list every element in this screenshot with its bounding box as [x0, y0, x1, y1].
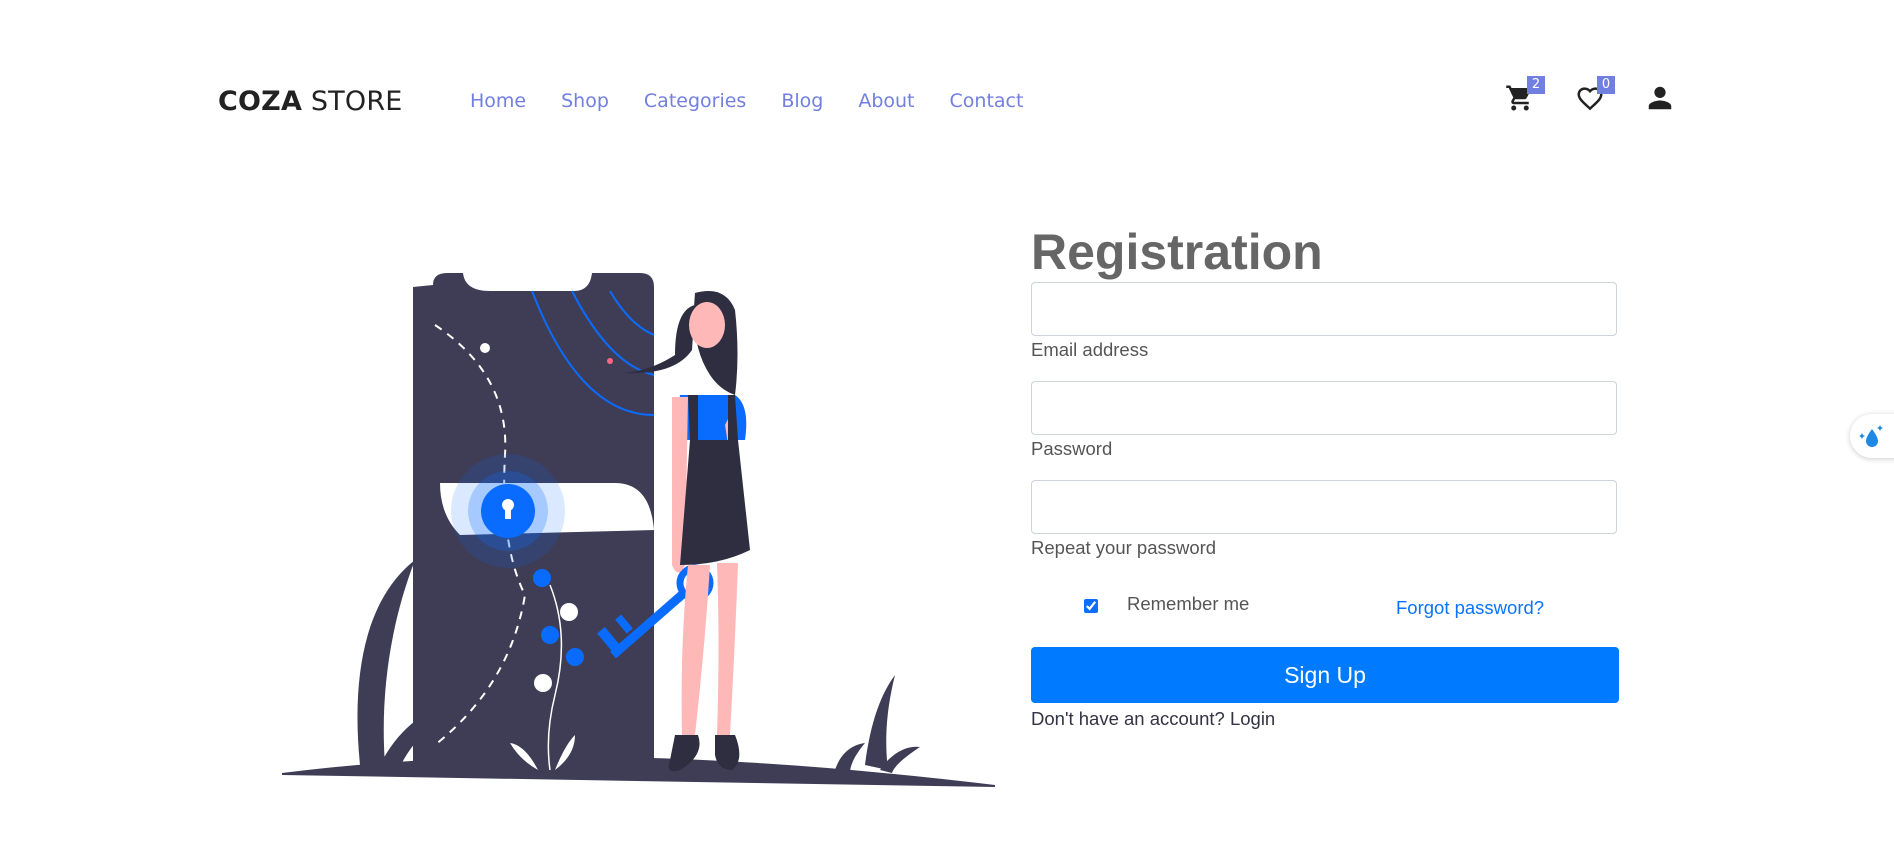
email-label: Email address [1031, 339, 1149, 360]
nav-shop[interactable]: Shop [561, 90, 609, 112]
login-link[interactable]: Login [1230, 708, 1275, 729]
grass-right [865, 675, 895, 770]
cart-count-badge: 2 [1527, 76, 1545, 94]
password-label: Password [1031, 438, 1113, 459]
main-nav: Home Shop Categories Blog About Contact [470, 90, 1023, 112]
floating-widget-button[interactable] [1850, 414, 1894, 458]
wishlist-button[interactable]: 0 [1575, 76, 1615, 114]
white-dot [480, 343, 490, 353]
star-dot [607, 358, 613, 364]
password-group: Password [1031, 381, 1619, 460]
email-group: Email address [1031, 282, 1619, 361]
nav-blog[interactable]: Blog [781, 90, 823, 112]
repeat-password-field[interactable] [1031, 480, 1617, 534]
repeat-password-group: Repeat your password [1031, 480, 1619, 559]
remember-me-checkbox[interactable] [1084, 599, 1098, 613]
registration-form: Registration Email address Password Repe… [1031, 222, 1619, 730]
nav-categories[interactable]: Categories [644, 90, 746, 112]
login-prompt: Don't have an account? Login [1031, 708, 1619, 730]
site-header: COZA STORE Home Shop Categories Blog Abo… [0, 0, 1894, 205]
nav-contact[interactable]: Contact [950, 90, 1024, 112]
user-icon [1648, 86, 1672, 110]
sign-up-button[interactable]: Sign Up [1031, 647, 1619, 703]
logo-bold: COZA [218, 86, 303, 117]
grass-right-2 [835, 743, 865, 773]
cart-button[interactable]: 2 [1505, 76, 1545, 114]
nav-home[interactable]: Home [470, 90, 526, 112]
nav-about[interactable]: About [858, 90, 914, 112]
security-illustration [282, 273, 995, 787]
email-field[interactable] [1031, 282, 1617, 336]
sparkle-drop-icon [1859, 425, 1883, 447]
remember-me-label: Remember me [1127, 593, 1250, 614]
forgot-password-link[interactable]: Forgot password? [1396, 597, 1544, 619]
repeat-password-label: Repeat your password [1031, 537, 1217, 558]
wishlist-count-badge: 0 [1597, 76, 1615, 94]
remember-row: Remember me Forgot password? [1031, 576, 1619, 634]
store-logo[interactable]: COZA STORE [218, 86, 403, 117]
account-button[interactable] [1645, 82, 1675, 114]
header-icons: 2 0 [1505, 76, 1675, 114]
login-prompt-text: Don't have an account? [1031, 708, 1230, 729]
logo-light: STORE [302, 86, 403, 117]
page-title: Registration [1031, 224, 1323, 280]
password-field[interactable] [1031, 381, 1617, 435]
